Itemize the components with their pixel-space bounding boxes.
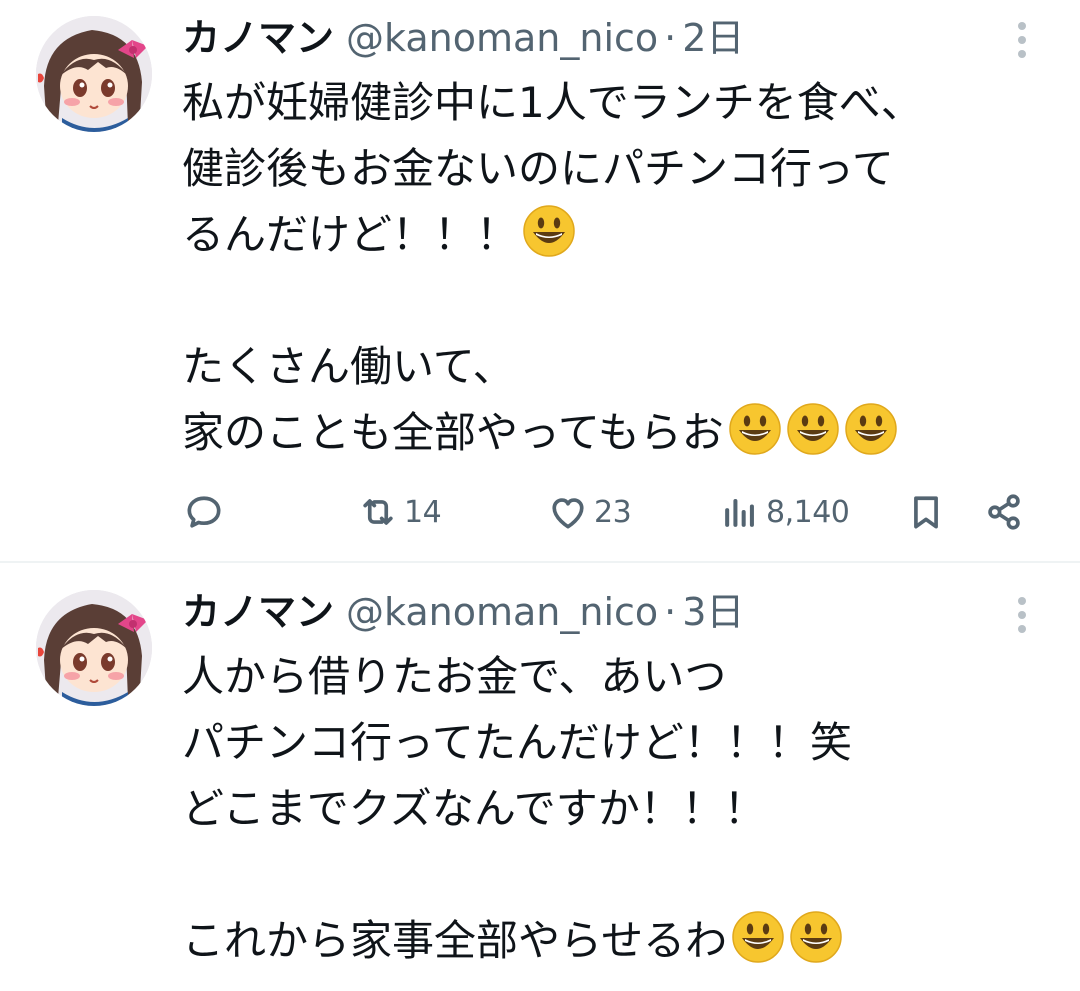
like-count: 23 (594, 494, 632, 530)
text-line: 家のことも全部やってもらお (182, 400, 1042, 466)
views-icon (725, 498, 754, 527)
like-button[interactable]: 23 (546, 486, 632, 538)
line-text: るんだけど！！！ (182, 210, 519, 259)
timestamp[interactable]: 3日 (682, 590, 744, 634)
display-name[interactable]: カノマン (182, 16, 334, 60)
grinning-face-emoji (731, 910, 785, 964)
views-button[interactable]: 8,140 (718, 486, 850, 538)
text-line: パチンコ行ってたんだけど！！！笑 (182, 710, 1042, 776)
line-text: 人から借りたお金で、あいつ (182, 652, 727, 701)
retweet-count: 14 (404, 494, 442, 530)
tweet-text: 私が妊婦健診中に1人でランチを食べ、 健診後もお金ないのにパチンコ行って るんだけど… (182, 70, 1042, 466)
text-line: 人から借りたお金で、あいつ (182, 644, 1042, 710)
grinning-face-emoji (786, 402, 840, 456)
grinning-face-emoji (844, 402, 898, 456)
avatar[interactable] (36, 16, 152, 132)
handle[interactable]: @kanoman_nico (346, 590, 658, 634)
avatar[interactable] (36, 590, 152, 706)
line-text: パチンコ行ってたんだけど！！！笑 (182, 718, 852, 767)
line-text: たくさん働いて、 (182, 342, 515, 391)
line-text: 私が妊婦健診中に1人でランチを食べ、 (182, 78, 923, 127)
text-line: どこまでクズなんですか！！！ (182, 776, 1042, 842)
line-text: どこまでクズなんですか！！！ (182, 784, 766, 833)
text-line: 私が妊婦健診中に1人でランチを食べ、 (182, 70, 1042, 136)
bookmark-icon (914, 496, 938, 529)
bookmark-button[interactable] (904, 486, 948, 538)
separator: · (664, 590, 677, 634)
timestamp[interactable]: 2日 (682, 16, 744, 60)
grinning-face-emoji (522, 204, 576, 258)
tweet[interactable]: カノマン @kanoman_nico · 2日 私が妊婦健診中に1人でランチを食べ、健… (0, 0, 1080, 561)
reply-icon (187, 496, 221, 528)
line-text: これから家事全部やらせるわ (182, 916, 728, 965)
grinning-face-emoji (789, 910, 843, 964)
tweet-text: 人から借りたお金で、あいつパチンコ行ってたんだけど！！！笑 どこまでクズなんですか… (182, 644, 1042, 974)
retweet-button[interactable]: 14 (356, 486, 442, 538)
text-line: たくさん働いて、 (182, 334, 1042, 400)
handle[interactable]: @kanoman_nico (346, 16, 658, 60)
grinning-face-emoji (728, 402, 782, 456)
reply-button[interactable] (182, 486, 226, 538)
more-options-icon[interactable] (1012, 20, 1032, 60)
text-line: るんだけど！！！ (182, 202, 1042, 268)
line-text: 家のことも全部やってもらお (182, 408, 724, 457)
tweet-header: カノマン @kanoman_nico · 2日 (182, 14, 744, 62)
tweet[interactable]: カノマン @kanoman_nico · 3日 人から借りたお金で、あいつパチンコ行っ… (0, 563, 1080, 991)
action-bar: 14 23 8,140 (0, 486, 1080, 538)
retweet-icon (363, 499, 393, 525)
line-text: 健診後もお金ないのにパチンコ行って (182, 144, 894, 193)
separator: · (664, 16, 677, 60)
share-icon (988, 494, 1020, 530)
display-name[interactable]: カノマン (182, 590, 334, 634)
heart-icon (552, 498, 584, 529)
share-button[interactable] (982, 486, 1026, 538)
text-line: 健診後もお金ないのにパチンコ行って (182, 136, 1042, 202)
views-count: 8,140 (766, 494, 850, 530)
text-line: これから家事全部やらせるわ (182, 908, 1042, 974)
more-options-icon[interactable] (1012, 595, 1032, 635)
tweet-header: カノマン @kanoman_nico · 3日 (182, 588, 744, 636)
